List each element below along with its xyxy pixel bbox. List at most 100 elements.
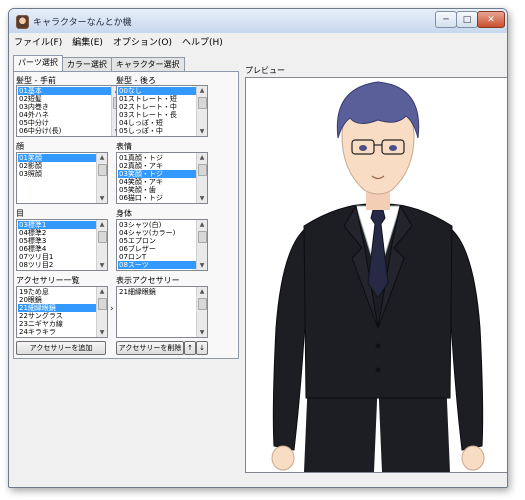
- accessory-list[interactable]: 19ため息 20眼鏡 21細縁眼鏡 22サングラス 23ニギヤカ線 24キラキラ ▲ ▼: [16, 286, 108, 338]
- list-item[interactable]: 03ストレート・長: [118, 111, 196, 119]
- scroll-thumb[interactable]: [198, 97, 207, 109]
- menu-help[interactable]: ヘルプ(H): [177, 35, 228, 48]
- list-item[interactable]: 01基本: [18, 87, 111, 95]
- title-bar[interactable]: キャラクターなんとか機 ─ □ ✕: [9, 9, 507, 34]
- scroll-up-icon[interactable]: ▲: [197, 153, 207, 162]
- scroll-up-icon[interactable]: ▲: [97, 220, 107, 229]
- transfer-arrow-icon[interactable]: ›: [110, 304, 114, 314]
- scroll-up-icon[interactable]: ▲: [197, 287, 207, 296]
- menu-options[interactable]: オプション(O): [108, 35, 177, 48]
- list-scrollbar[interactable]: ▲▼: [96, 153, 107, 203]
- close-button[interactable]: ✕: [477, 11, 505, 28]
- scroll-thumb[interactable]: [98, 164, 107, 176]
- list-item[interactable]: 04シャツ(カラー): [118, 229, 196, 237]
- list-item[interactable]: 08スーツ: [118, 261, 196, 269]
- maximize-button[interactable]: □: [456, 11, 478, 28]
- scroll-thumb[interactable]: [98, 231, 107, 243]
- list-item[interactable]: 03内巻き: [18, 103, 111, 111]
- scroll-thumb[interactable]: [198, 164, 207, 176]
- scroll-down-icon[interactable]: ▼: [97, 194, 107, 203]
- scroll-thumb[interactable]: [198, 298, 207, 310]
- hair-back-list[interactable]: 00なし 01ストレート・短 02ストレート・中 03ストレート・長 04しっぽ・短 05…: [116, 85, 208, 137]
- hair-front-list[interactable]: 01基本02短髪03内巻き04外ハネ05中分け06中分け(長)▲▼: [16, 85, 123, 137]
- list-item[interactable]: 06中分け(長): [18, 127, 111, 135]
- list-item[interactable]: 02ストレート・中: [118, 103, 196, 111]
- list-scrollbar[interactable]: ▲▼: [96, 220, 107, 270]
- list-item[interactable]: 23ニギヤカ線: [18, 320, 96, 328]
- move-down-button[interactable]: ↓: [196, 341, 208, 355]
- face-label: 顔: [16, 142, 24, 151]
- list-scrollbar[interactable]: ▲▼: [96, 287, 107, 337]
- scroll-down-icon[interactable]: ▼: [97, 328, 107, 337]
- list-item[interactable]: 21細縁眼鏡: [18, 304, 96, 312]
- list-item[interactable]: 21細縁眼鏡: [118, 288, 196, 296]
- scroll-down-icon[interactable]: ▼: [197, 194, 207, 203]
- list-item[interactable]: 05エプロン: [118, 237, 196, 245]
- expression-label: 表情: [116, 142, 132, 151]
- list-item[interactable]: 07ツリ目1: [18, 253, 96, 261]
- move-up-button[interactable]: ↑: [184, 341, 196, 355]
- menu-file[interactable]: ファイル(F): [9, 35, 67, 48]
- list-item[interactable]: 03笑顔・トジ: [118, 170, 196, 178]
- shown-accessory-list[interactable]: 21細縁眼鏡 ▲ ▼: [116, 286, 208, 338]
- list-item[interactable]: 03シャツ(白): [118, 221, 196, 229]
- scroll-thumb[interactable]: [98, 298, 107, 310]
- list-item[interactable]: 04笑顔・アキ: [118, 178, 196, 186]
- scroll-down-icon[interactable]: ▼: [197, 261, 207, 270]
- scroll-down-icon[interactable]: ▼: [97, 261, 107, 270]
- list-item[interactable]: 24キラキラ: [18, 328, 96, 336]
- menu-edit[interactable]: 編集(E): [67, 35, 108, 48]
- scroll-up-icon[interactable]: ▲: [197, 220, 207, 229]
- body-label: 身体: [116, 209, 132, 218]
- list-item[interactable]: 01笑顔: [18, 154, 96, 162]
- list-item[interactable]: 01ストレート・短: [118, 95, 196, 103]
- eyes-list[interactable]: 03標準1 04標準2 05標準3 06標準4 07ツリ目1 08ツリ目2 ▲ ▼: [16, 219, 108, 271]
- jacket-button: [375, 343, 381, 349]
- list-item[interactable]: 00なし: [118, 87, 196, 95]
- list-item[interactable]: 22サングラス: [18, 312, 96, 320]
- remove-accessory-button[interactable]: アクセサリーを削除: [116, 341, 184, 355]
- list-item[interactable]: 20眼鏡: [18, 296, 96, 304]
- list-item[interactable]: 05標準3: [18, 237, 96, 245]
- list-item[interactable]: 03標準1: [18, 221, 96, 229]
- minimize-button[interactable]: ─: [435, 11, 457, 28]
- app-icon: [16, 15, 29, 29]
- expression-list[interactable]: 01真顔・トジ 02真顔・アキ 03笑顔・トジ 04笑顔・アキ 05笑顔・歯 06猫口・ト…: [116, 152, 208, 204]
- scroll-up-icon[interactable]: ▲: [97, 287, 107, 296]
- tab-parts[interactable]: パーツ選択: [13, 55, 63, 72]
- list-item[interactable]: 02真顔・アキ: [118, 162, 196, 170]
- list-item[interactable]: 04標準2: [18, 229, 96, 237]
- scroll-up-icon[interactable]: ▲: [197, 86, 207, 95]
- list-item[interactable]: 02短髪: [18, 95, 111, 103]
- tab-characters[interactable]: キャラクター選択: [110, 57, 185, 72]
- list-scrollbar[interactable]: ▲▼: [196, 220, 207, 270]
- list-item[interactable]: 06ブレザー: [118, 245, 196, 253]
- list-item[interactable]: 03照顔: [18, 170, 96, 178]
- list-item[interactable]: 06猫口・トジ: [118, 194, 196, 202]
- list-scrollbar[interactable]: ▲▼: [196, 287, 207, 337]
- list-item[interactable]: 05中分け: [18, 119, 111, 127]
- face-list[interactable]: 01笑顔 02影顔 03照顔 ▲ ▼: [16, 152, 108, 204]
- scroll-down-icon[interactable]: ▼: [197, 127, 207, 136]
- add-accessory-button[interactable]: アクセサリーを追加: [16, 341, 106, 355]
- scroll-down-icon[interactable]: ▼: [197, 328, 207, 337]
- list-item[interactable]: 05笑顔・歯: [118, 186, 196, 194]
- tab-colors[interactable]: カラー選択: [61, 57, 112, 72]
- tab-strip: パーツ選択 カラー選択 キャラクター選択: [13, 55, 185, 72]
- list-item[interactable]: 02影顔: [18, 162, 96, 170]
- list-item[interactable]: 04しっぽ・短: [118, 119, 196, 127]
- list-item[interactable]: 08ツリ目2: [18, 261, 96, 269]
- jacket-button: [375, 367, 381, 373]
- list-scrollbar[interactable]: ▲▼: [196, 153, 207, 203]
- list-item[interactable]: 05しっぽ・中: [118, 127, 196, 135]
- list-item[interactable]: 07ロンT: [118, 253, 196, 261]
- scroll-thumb[interactable]: [198, 231, 207, 243]
- body-list[interactable]: 03シャツ(白) 04シャツ(カラー) 05エプロン 06ブレザー 07ロンT 08スーツ…: [116, 219, 208, 271]
- list-item[interactable]: 04外ハネ: [18, 111, 111, 119]
- scroll-up-icon[interactable]: ▲: [97, 153, 107, 162]
- list-item[interactable]: 01真顔・トジ: [118, 154, 196, 162]
- eye-left: [359, 145, 367, 151]
- list-item[interactable]: 06標準4: [18, 245, 96, 253]
- list-scrollbar[interactable]: ▲▼: [196, 86, 207, 136]
- list-item[interactable]: 19ため息: [18, 288, 96, 296]
